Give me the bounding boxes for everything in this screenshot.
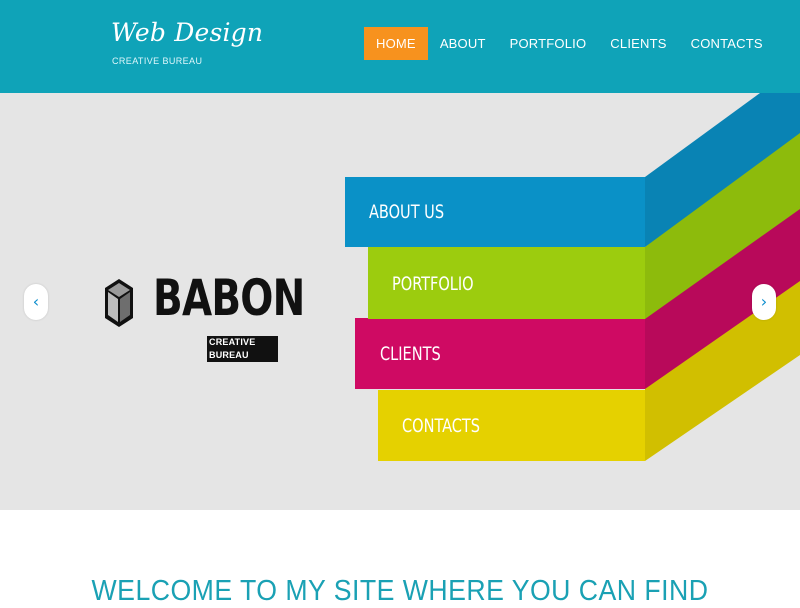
chevron-right-icon: › (760, 292, 768, 311)
site-header: Web Design CREATIVE BUREAU HOME ABOUT PO… (0, 0, 800, 93)
welcome-heading: WELCOME TO MY SITE WHERE YOU CAN FIND (91, 575, 709, 607)
nav-portfolio[interactable]: PORTFOLIO (498, 27, 599, 60)
babon-logo: BABON CREATIVE BUREAU (103, 269, 305, 362)
ribbon-label-contacts[interactable]: CONTACTS (402, 415, 480, 437)
slider-prev-button[interactable]: ‹ (24, 284, 48, 320)
babon-tagline: CREATIVE BUREAU (207, 336, 278, 362)
brand-title[interactable]: Web Design (111, 18, 263, 47)
hero-slider: ABOUT US PORTFOLIO CLIENTS CONTACTS BABO… (0, 93, 800, 510)
nav-contacts[interactable]: CONTACTS (679, 27, 775, 60)
cube-icon (105, 279, 133, 327)
babon-wordmark: BABON (153, 269, 305, 327)
ribbon-label-clients[interactable]: CLIENTS (380, 343, 441, 365)
ribbon-label-portfolio[interactable]: PORTFOLIO (392, 273, 474, 295)
nav-about[interactable]: ABOUT (428, 27, 498, 60)
brand-subtitle: CREATIVE BUREAU (112, 56, 203, 66)
chevron-left-icon: ‹ (32, 292, 40, 311)
main-nav: HOME ABOUT PORTFOLIO CLIENTS CONTACTS (364, 27, 775, 60)
nav-clients[interactable]: CLIENTS (598, 27, 678, 60)
slider-next-button[interactable]: › (752, 284, 776, 320)
ribbon-label-about[interactable]: ABOUT US (369, 201, 444, 223)
nav-home[interactable]: HOME (364, 27, 428, 60)
